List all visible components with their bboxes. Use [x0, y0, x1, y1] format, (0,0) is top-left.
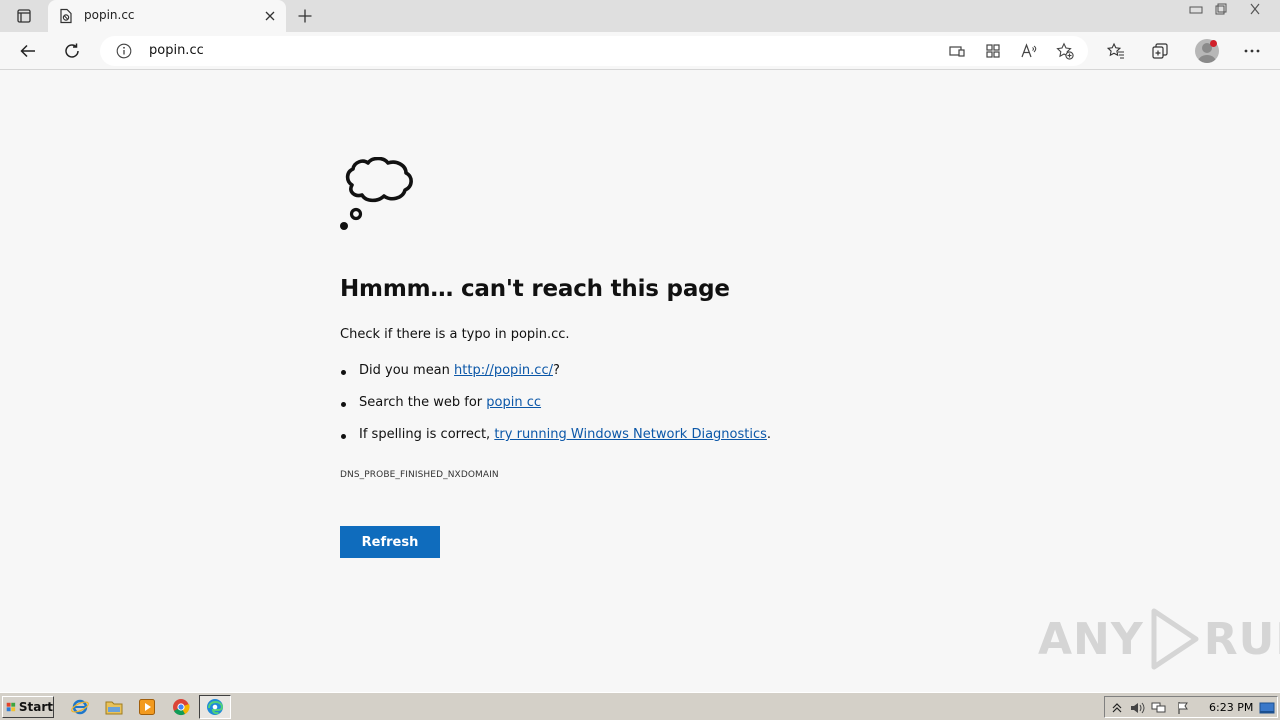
page-error-icon	[58, 8, 74, 24]
bullet	[341, 402, 346, 407]
start-label: Start	[18, 700, 53, 714]
window-close-icon[interactable]	[1240, 0, 1270, 18]
tab-title: popin.cc	[84, 8, 135, 22]
bullet	[341, 434, 346, 439]
info-icon[interactable]	[116, 43, 132, 59]
suggestion-prefix: Did you mean	[359, 363, 455, 378]
action-center-flag-icon[interactable]	[1175, 700, 1191, 716]
list-item: If spelling is correct, try running Wind…	[340, 427, 860, 459]
show-desktop-icon[interactable]	[1259, 700, 1275, 716]
watermark-left: ANY	[1038, 613, 1144, 665]
suggestion-prefix: If spelling is correct,	[359, 427, 495, 442]
watermark-right: RUN	[1203, 613, 1280, 665]
edge-taskbar-button[interactable]	[199, 695, 231, 719]
search-web-link[interactable]: popin cc	[486, 395, 541, 410]
suggestion-suffix: ?	[552, 363, 560, 378]
list-item: Search the web for popin cc	[340, 395, 860, 427]
windows-logo-icon	[6, 702, 16, 712]
plus-icon[interactable]	[294, 6, 316, 26]
chrome-icon[interactable]	[171, 697, 191, 717]
error-code: DNS_PROBE_FINISHED_NXDOMAIN	[340, 470, 499, 480]
read-aloud-icon[interactable]	[1018, 40, 1040, 62]
system-tray: 6:23 PM	[1104, 696, 1278, 718]
tab-bar: popin.cc	[0, 0, 1280, 32]
tab-actions-icon[interactable]	[10, 6, 38, 26]
more-options-icon[interactable]	[1238, 38, 1266, 64]
file-explorer-icon[interactable]	[104, 697, 124, 717]
close-icon[interactable]	[262, 8, 278, 24]
edge-icon	[205, 697, 225, 717]
profile-status-dot	[1210, 40, 1217, 47]
typo-hint: Check if there is a typo in popin.cc.	[340, 327, 570, 342]
start-button[interactable]: Start	[2, 696, 54, 718]
anyrun-watermark: ANY RUN	[1038, 606, 1280, 672]
internet-explorer-icon[interactable]	[70, 697, 90, 717]
error-page: Hmmm… can't reach this page Check if the…	[0, 71, 1280, 692]
page-title: Hmmm… can't reach this page	[340, 276, 730, 302]
back-arrow-icon[interactable]	[14, 38, 42, 64]
network-diagnostics-link[interactable]: try running Windows Network Diagnostics	[494, 427, 767, 442]
address-bar[interactable]: popin.cc	[100, 36, 1088, 66]
list-item: Did you mean http://popin.cc/?	[340, 363, 860, 395]
browser-toolbar: popin.cc	[0, 32, 1280, 70]
refresh-icon[interactable]	[58, 38, 86, 64]
media-player-icon[interactable]	[137, 697, 157, 717]
refresh-button[interactable]: Refresh	[340, 526, 440, 558]
taskbar-clock[interactable]: 6:23 PM	[1209, 701, 1253, 714]
address-url: popin.cc	[149, 43, 204, 58]
collections-icon[interactable]	[1146, 38, 1174, 64]
suggestion-prefix: Search the web for	[359, 395, 487, 410]
add-favorite-icon[interactable]	[1054, 40, 1076, 62]
network-icon[interactable]	[1151, 700, 1167, 716]
thought-cloud-icon	[338, 156, 416, 233]
extensions-grid-icon[interactable]	[982, 40, 1004, 62]
show-hidden-icons-icon[interactable]	[1109, 700, 1125, 716]
browser-tab[interactable]: popin.cc	[48, 0, 286, 32]
suggested-url-link[interactable]: http://popin.cc/	[454, 363, 553, 378]
restore-icon[interactable]	[1208, 0, 1234, 18]
play-icon	[1151, 608, 1199, 670]
minimize-icon[interactable]	[1183, 0, 1209, 18]
volume-icon[interactable]	[1129, 700, 1145, 716]
bullet	[341, 370, 346, 375]
suggestion-list: Did you mean http://popin.cc/? Search th…	[340, 363, 860, 459]
taskbar: Start 6:23 PM	[0, 692, 1280, 720]
suggestion-suffix: .	[766, 427, 772, 442]
app-available-icon[interactable]	[946, 40, 968, 62]
favorites-icon[interactable]	[1102, 38, 1130, 64]
